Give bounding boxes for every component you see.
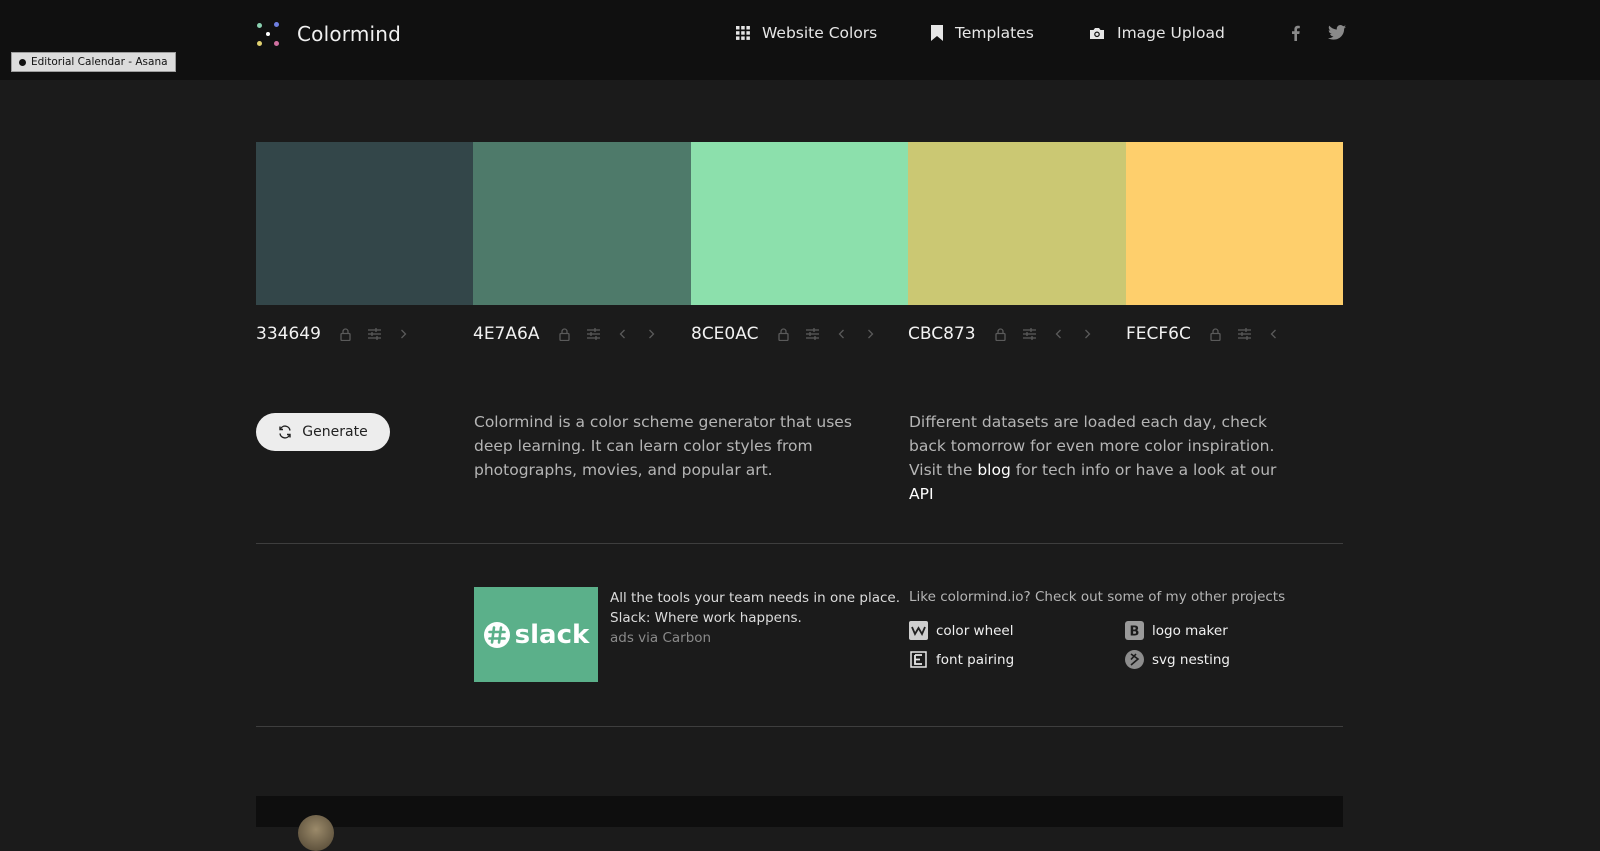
slack-wordmark: slack	[514, 619, 590, 650]
chevron-right-icon[interactable]	[1080, 326, 1096, 342]
adjust-icon[interactable]	[367, 326, 383, 342]
hex-value[interactable]: 4E7A6A	[473, 324, 539, 344]
font-pairing-icon	[909, 650, 928, 669]
colormind-logo-icon[interactable]	[256, 22, 280, 46]
logo-maker-icon: B	[1125, 621, 1144, 640]
project-label: logo maker	[1152, 622, 1228, 639]
twitter-icon[interactable]	[1328, 25, 1346, 40]
description-right-middle: for tech info or have a look at our	[1015, 461, 1277, 479]
adjust-icon[interactable]	[585, 326, 601, 342]
generate-button[interactable]: Generate	[256, 413, 390, 451]
bookmark-icon	[931, 25, 943, 41]
hex-value[interactable]: CBC873	[908, 324, 976, 344]
hex-value[interactable]: 334649	[256, 324, 321, 344]
browser-tooltip: Editorial Calendar - Asana	[11, 52, 176, 72]
lock-icon[interactable]	[775, 326, 791, 342]
svg-nesting-icon	[1125, 650, 1144, 669]
footer-panel	[256, 796, 1343, 827]
tooltip-text: Editorial Calendar - Asana	[31, 56, 168, 68]
brand-name[interactable]: Colormind	[297, 22, 401, 46]
facebook-icon[interactable]	[1291, 25, 1300, 41]
swatch-label-4: CBC873	[908, 322, 1109, 346]
ad-line-2[interactable]: Slack: Where work happens.	[610, 608, 900, 628]
lock-icon[interactable]	[993, 326, 1009, 342]
ad-line-1[interactable]: All the tools your team needs in one pla…	[610, 588, 900, 608]
lock-icon[interactable]	[556, 326, 572, 342]
grid-icon	[736, 26, 750, 40]
swatch-2[interactable]	[473, 142, 691, 305]
project-font-pairing[interactable]: font pairing	[909, 650, 1014, 669]
chevron-left-icon[interactable]	[833, 326, 849, 342]
tooltip-dot-icon	[19, 58, 26, 66]
svg-text:B: B	[1130, 625, 1140, 640]
section-divider	[256, 726, 1343, 727]
lock-icon[interactable]	[338, 326, 354, 342]
hex-value[interactable]: FECF6C	[1126, 324, 1191, 344]
chevron-right-icon[interactable]	[396, 326, 412, 342]
color-wheel-icon	[909, 621, 928, 640]
color-palette	[256, 142, 1343, 305]
description-right: Different datasets are loaded each day, …	[909, 410, 1299, 506]
swatch-label-3: 8CE0AC	[691, 322, 891, 346]
adjust-icon[interactable]	[1022, 326, 1038, 342]
swatch-labels: 334649 4E7A6A 8CE0AC CBC873 FECF6C	[256, 322, 1343, 346]
swatch-3[interactable]	[690, 142, 909, 305]
projects-title: Like colormind.io? Check out some of my …	[909, 589, 1286, 605]
ad-text: All the tools your team needs in one pla…	[610, 588, 900, 648]
chevron-left-icon[interactable]	[1266, 326, 1282, 342]
nav-label: Image Upload	[1117, 24, 1225, 42]
nav-label: Website Colors	[762, 24, 878, 42]
chevron-right-icon[interactable]	[862, 326, 878, 342]
nav-image-upload[interactable]: Image Upload	[1089, 24, 1225, 42]
swatch-label-1: 334649	[256, 322, 425, 346]
ad-image[interactable]: slack	[474, 587, 598, 682]
slack-logo: slack	[483, 619, 590, 650]
swatch-label-5: FECF6C	[1126, 322, 1295, 346]
project-color-wheel[interactable]: color wheel	[909, 621, 1014, 640]
adjust-icon[interactable]	[1237, 326, 1253, 342]
api-link[interactable]: API	[909, 485, 934, 503]
nav-templates[interactable]: Templates	[931, 24, 1034, 42]
camera-icon	[1090, 27, 1104, 39]
nav-website-colors[interactable]: Website Colors	[736, 24, 877, 42]
description-left: Colormind is a color scheme generator th…	[474, 413, 852, 479]
project-logo-maker[interactable]: B logo maker	[1125, 621, 1228, 640]
nav-label: Templates	[955, 24, 1034, 42]
swatch-1[interactable]	[256, 142, 474, 305]
avatar	[298, 815, 334, 851]
swatch-label-2: 4E7A6A	[473, 322, 672, 346]
refresh-icon	[279, 425, 291, 439]
swatch-5[interactable]	[1125, 142, 1343, 305]
generate-label: Generate	[302, 424, 368, 440]
ad-via-link[interactable]: ads via Carbon	[610, 628, 900, 648]
blog-link[interactable]: blog	[977, 461, 1010, 479]
chevron-right-icon[interactable]	[643, 326, 659, 342]
swatch-4[interactable]	[908, 142, 1126, 305]
slack-hash-icon	[483, 621, 510, 648]
lock-icon[interactable]	[1208, 326, 1224, 342]
adjust-icon[interactable]	[804, 326, 820, 342]
chevron-left-icon[interactable]	[614, 326, 630, 342]
project-label: svg nesting	[1152, 651, 1230, 668]
project-svg-nesting[interactable]: svg nesting	[1125, 650, 1230, 669]
project-label: color wheel	[936, 622, 1014, 639]
section-divider	[256, 543, 1343, 544]
project-label: font pairing	[936, 651, 1015, 668]
hex-value[interactable]: 8CE0AC	[691, 324, 758, 344]
chevron-left-icon[interactable]	[1051, 326, 1067, 342]
